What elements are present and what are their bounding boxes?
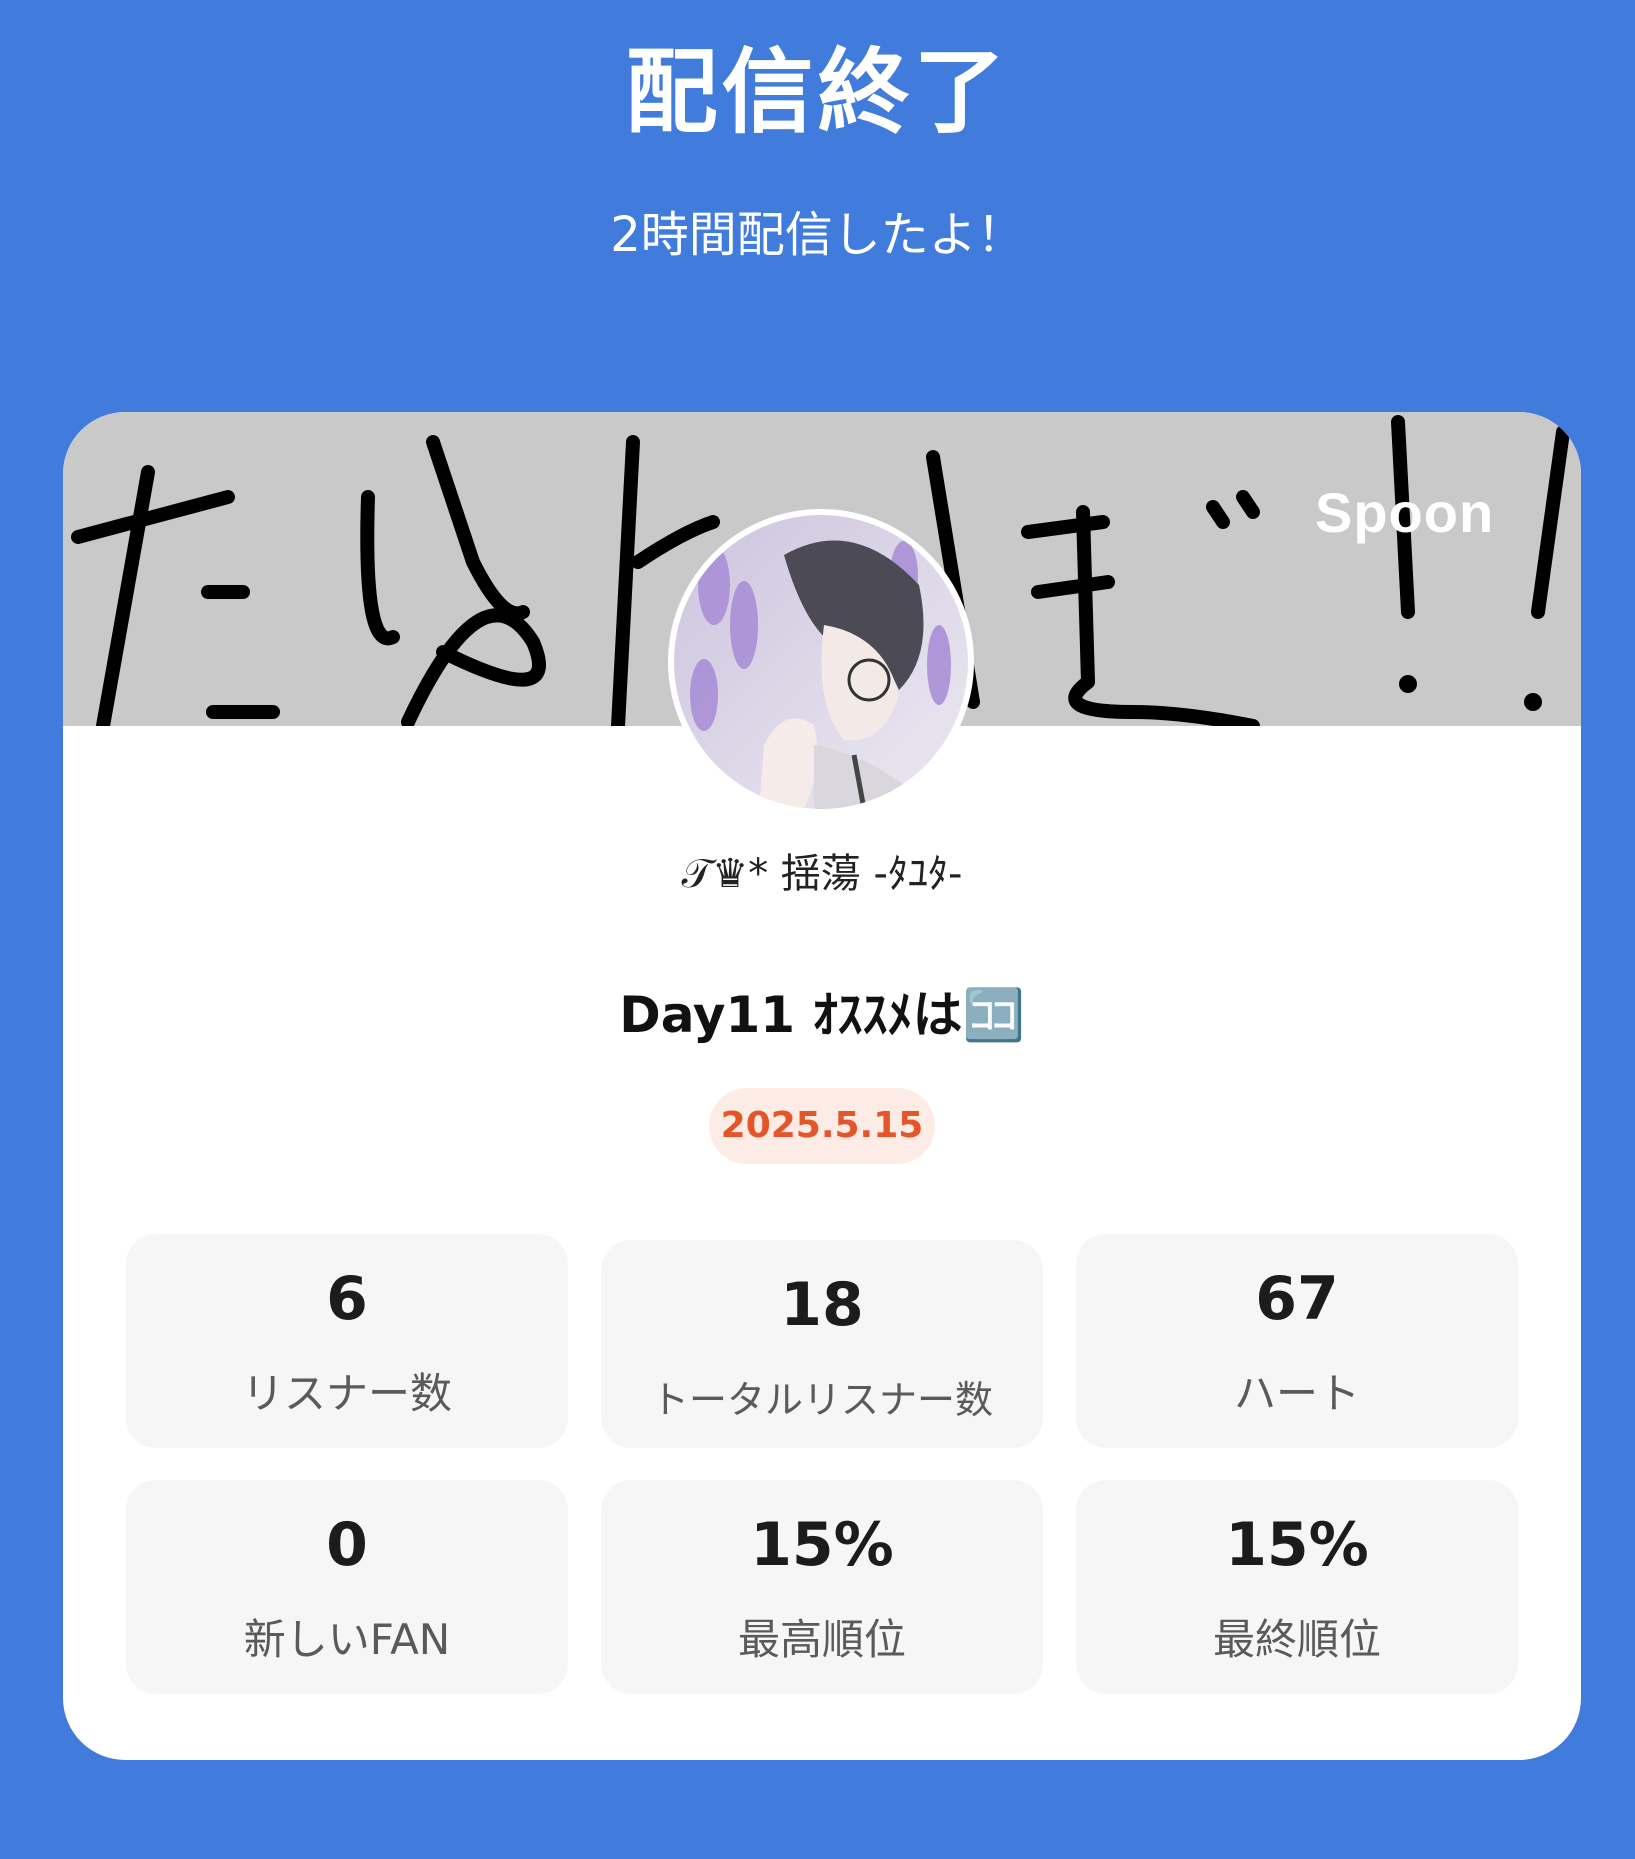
stat-value: 15% [750,1510,894,1580]
date-badge: 2025.5.15 [709,1088,935,1164]
stat-value: 67 [1255,1264,1339,1334]
spoon-logo: Spoon [1315,481,1495,544]
stat-highest-rank: 15% 最高順位 [601,1480,1043,1694]
stat-label: リスナー数 [241,1369,452,1418]
stat-hearts: 67 ハート [1076,1234,1518,1448]
broadcast-summary-card: Spoon 𝒯♛* 揺蕩 -ﾀﾕﾀ- Day11 ｵｽｽﾒは🈁 2025.5.1… [63,412,1581,1760]
avatar[interactable] [668,509,974,815]
stat-total-listeners: 18 トータルリスナー数 [601,1240,1043,1448]
stat-label: ハート [1233,1369,1360,1418]
stat-new-fans: 0 新しいFAN [126,1480,568,1694]
stat-listeners: 6 リスナー数 [126,1234,568,1448]
avatar-illustration [674,515,968,809]
stat-label: 新しいFAN [243,1615,451,1664]
stat-value: 6 [326,1264,368,1334]
stat-label: トータルリスナー数 [650,1378,993,1422]
stat-value: 0 [326,1510,368,1580]
stat-final-rank: 15% 最終順位 [1076,1480,1518,1694]
stream-title: Day11 ｵｽｽﾒは🈁 [619,986,1025,1044]
username: 𝒯♛* 揺蕩 -ﾀﾕﾀ- [681,851,963,897]
stat-label: 最終順位 [1212,1615,1381,1664]
page-title: 配信終了 [625,39,1010,146]
stat-value: 15% [1225,1510,1369,1580]
stat-label: 最高順位 [737,1615,906,1664]
page-subtitle: 2時間配信したよ！ [610,207,1025,263]
stat-value: 18 [780,1270,864,1340]
